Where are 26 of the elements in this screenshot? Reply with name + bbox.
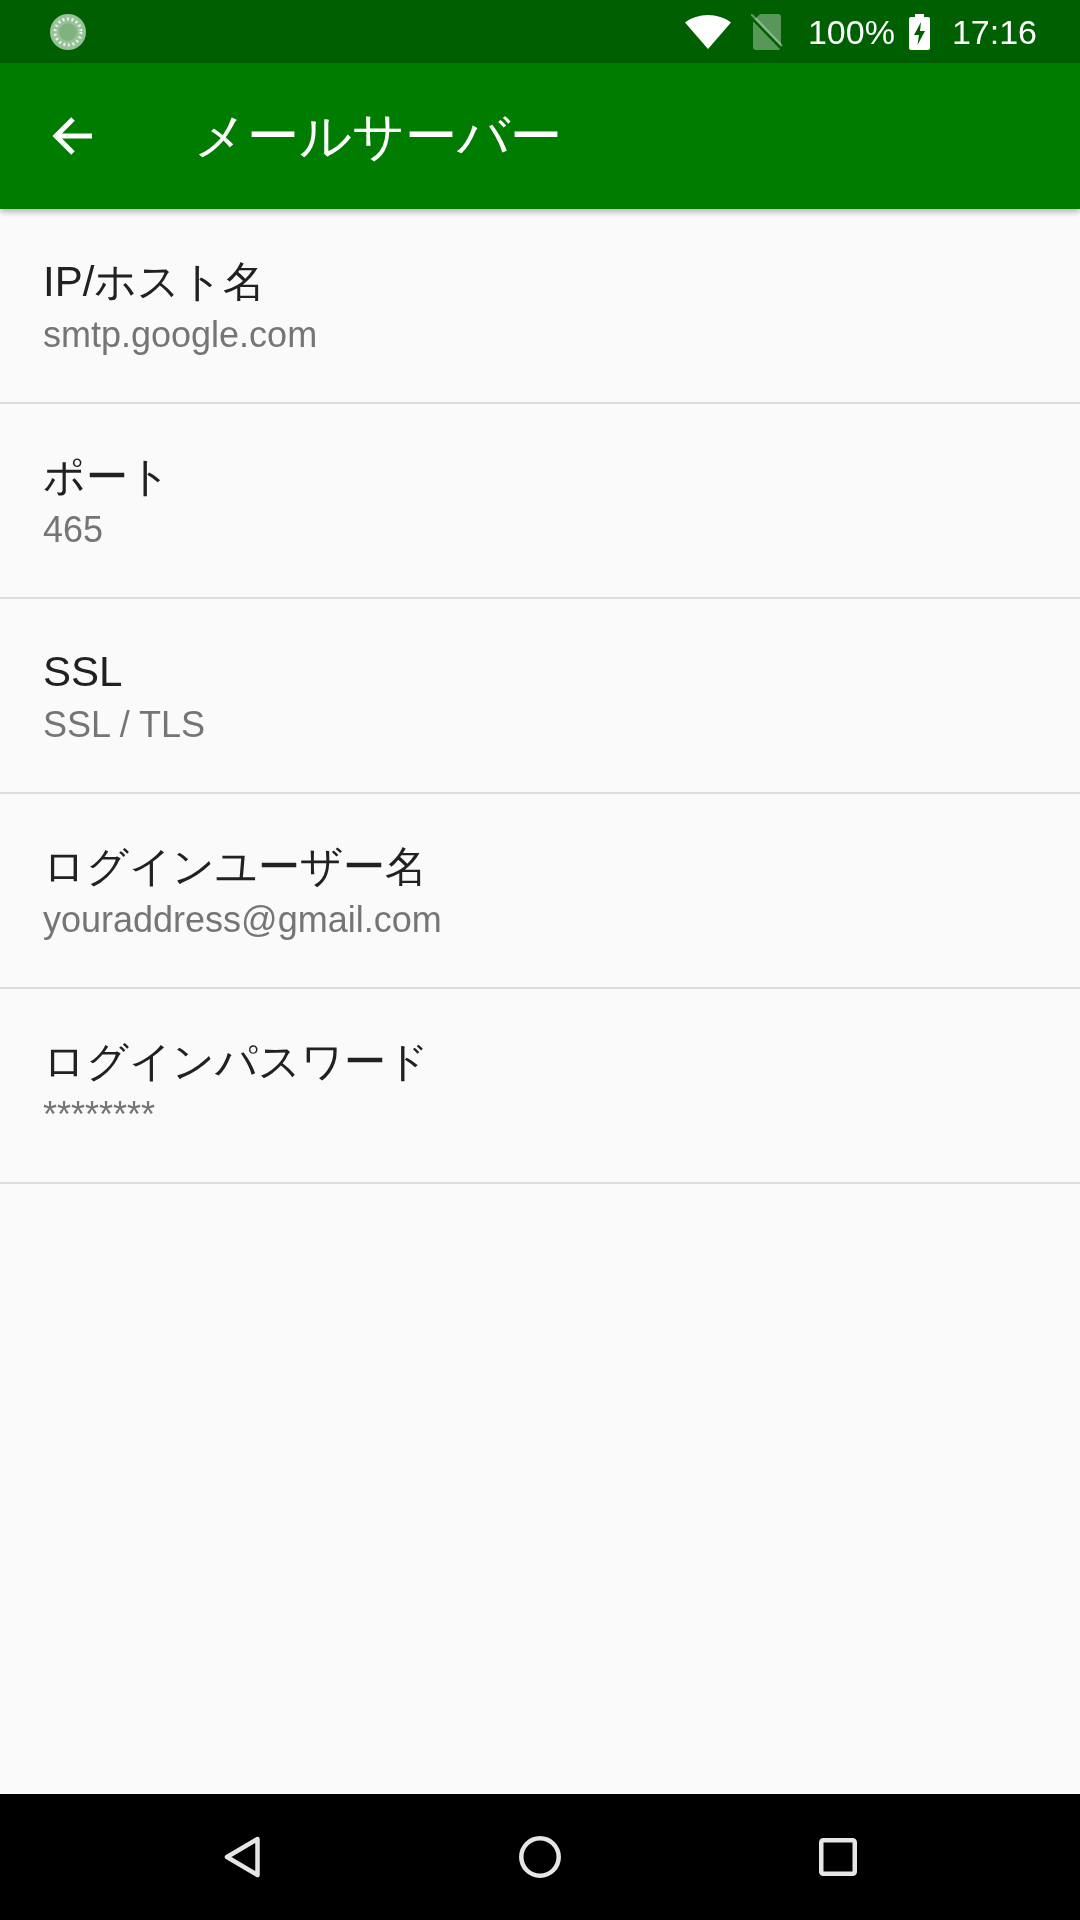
setting-title: ログインユーザー名 [43,842,428,892]
setting-row[interactable]: ログインユーザー名 youraddress@gmail.com [0,794,1080,989]
setting-row[interactable]: ログインパスワード ******** [0,989,1080,1184]
setting-value: ******** [43,1093,157,1137]
setting-value: SSL / TLS [43,703,207,747]
home-icon[interactable] [519,1836,561,1878]
screen-title: メールサーバー [194,106,562,167]
battery-charging-icon [908,13,930,50]
wifi-icon [684,14,731,49]
setting-value: 465 [43,508,105,552]
clock-time: 17:16 [951,11,1037,52]
no-sim-icon [750,13,783,50]
dotted-circle-icon [49,12,87,51]
battery-percent: 100% [807,11,895,52]
setting-value: youraddress@gmail.com [43,898,443,942]
setting-title: IP/ホスト名 [43,257,267,307]
setting-title: ポート [43,452,172,502]
recent-apps-icon[interactable] [819,1838,857,1876]
back-arrow-icon [52,115,94,157]
setting-row[interactable]: ポート 465 [0,404,1080,599]
setting-title: ログインパスワード [43,1037,430,1087]
setting-row[interactable]: IP/ホスト名 smtp.google.com [0,209,1080,404]
setting-title: SSL [43,647,124,697]
setting-value: smtp.google.com [43,313,319,357]
setting-row[interactable]: SSL SSL / TLS [0,599,1080,794]
nav-back-icon[interactable] [224,1836,260,1878]
